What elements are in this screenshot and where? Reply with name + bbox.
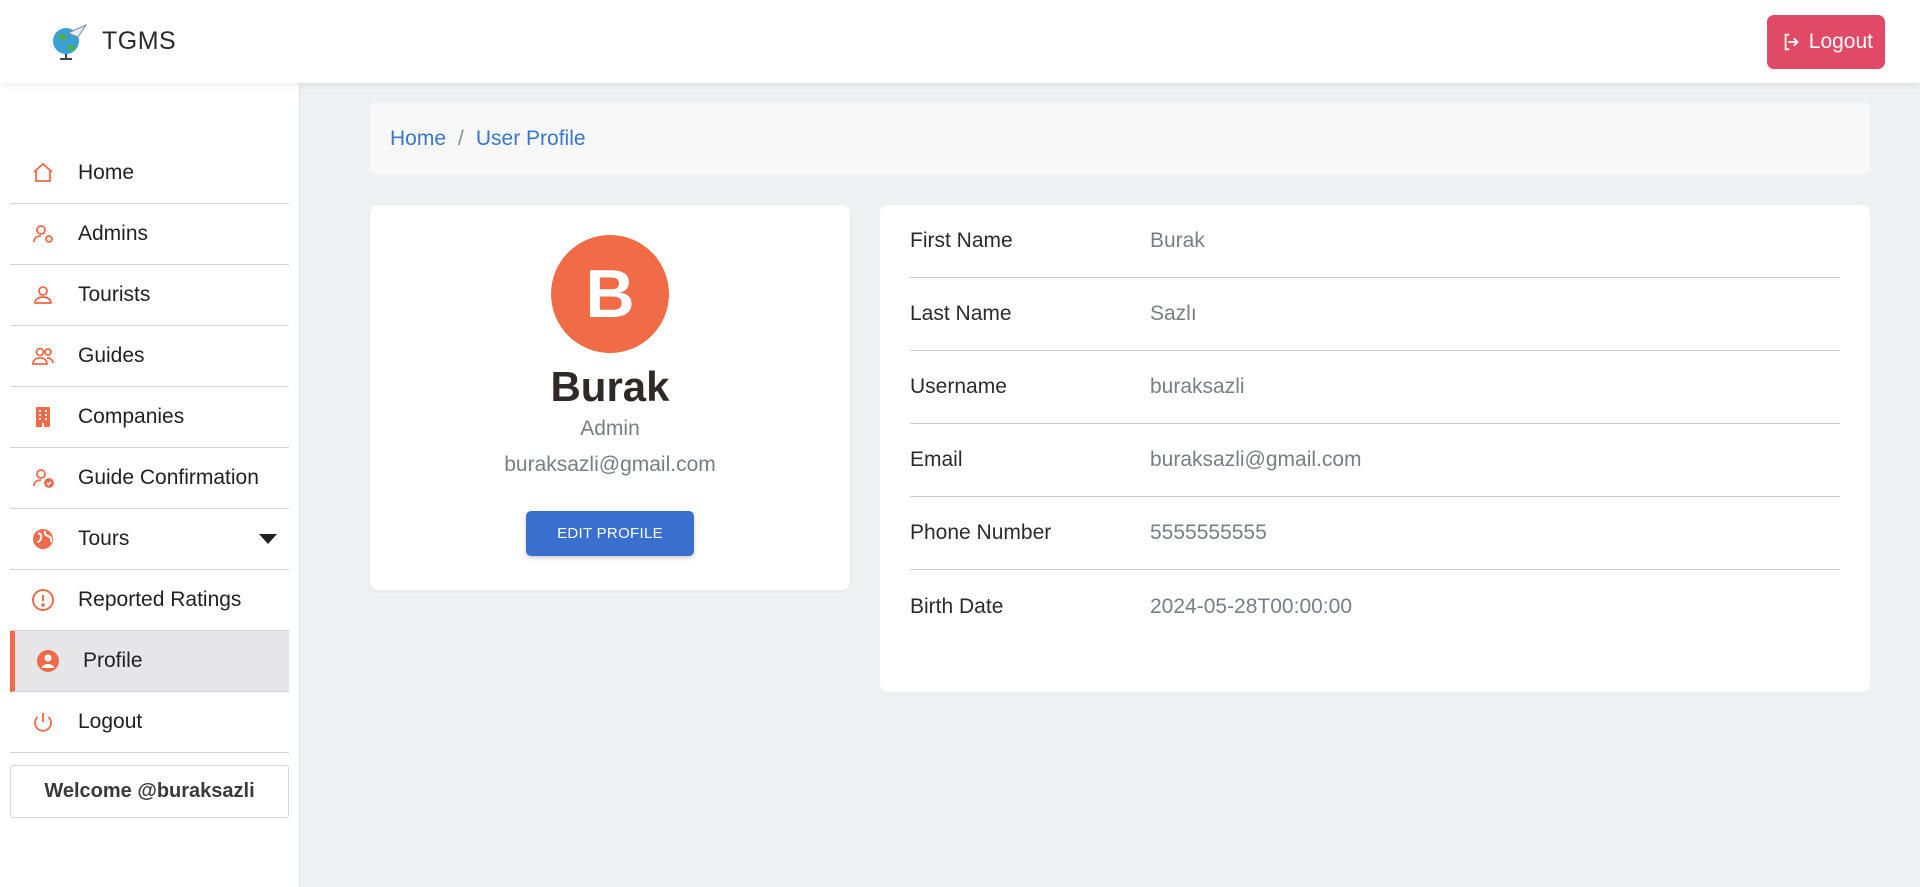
detail-row-last-name: Last Name Sazlı — [910, 278, 1840, 351]
detail-label: Email — [910, 448, 963, 471]
sidebar-item-home[interactable]: Home — [10, 143, 289, 204]
detail-value: Sazlı — [1150, 302, 1197, 325]
sidebar-item-companies[interactable]: Companies — [10, 387, 289, 448]
globe-plane-logo-icon — [53, 23, 88, 60]
user-icon — [30, 282, 56, 308]
top-navbar: TGMS Logout — [0, 0, 1920, 83]
detail-label: Phone Number — [910, 521, 1052, 544]
detail-row-phone-number: Phone Number 5555555555 — [910, 497, 1840, 570]
sidebar-item-label: Admins — [78, 222, 149, 245]
sidebar-item-label: Reported Ratings — [78, 588, 242, 611]
sidebar-item-tourists[interactable]: Tourists — [10, 265, 289, 326]
sidebar-item-label: Companies — [78, 405, 185, 428]
breadcrumb: Home / User Profile — [370, 103, 1870, 175]
sidebar-item-admins[interactable]: Admins — [10, 204, 289, 265]
user-check-icon — [30, 465, 56, 491]
sidebar-item-label: Home — [78, 161, 135, 184]
users-icon — [30, 343, 56, 369]
profile-details-card: First Name Burak Last Name Sazlı Usernam… — [880, 205, 1870, 692]
globe-icon — [30, 526, 56, 552]
sidebar-item-label: Tours — [78, 527, 130, 550]
sidebar-item-tours[interactable]: Tours — [10, 509, 289, 570]
detail-value: buraksazli — [1150, 375, 1245, 398]
detail-row-username: Username buraksazli — [910, 351, 1840, 424]
detail-value: 5555555555 — [1150, 521, 1267, 544]
sidebar-item-profile[interactable]: Profile — [10, 631, 289, 692]
breadcrumb-home-link[interactable]: Home — [390, 127, 446, 151]
sidebar-item-label: Guide Confirmation — [78, 466, 259, 489]
breadcrumb-current-link[interactable]: User Profile — [476, 127, 586, 151]
sidebar: Home Admins Tourists Guides Companies Gu… — [0, 83, 300, 887]
profile-email: buraksazli@gmail.com — [504, 453, 716, 476]
brand-name: TGMS — [102, 27, 177, 55]
sidebar-item-label: Guides — [78, 344, 145, 367]
detail-row-email: Email buraksazli@gmail.com — [910, 424, 1840, 497]
detail-value: buraksazli@gmail.com — [1150, 448, 1362, 471]
logout-icon — [1784, 33, 1799, 50]
sidebar-item-label: Logout — [78, 710, 143, 733]
edit-profile-button[interactable]: EDIT PROFILE — [526, 511, 694, 556]
avatar: B — [551, 235, 669, 353]
chevron-down-icon[interactable] — [259, 534, 277, 544]
profile-card: B Burak Admin buraksazli@gmail.com EDIT … — [370, 205, 850, 590]
sidebar-item-label: Tourists — [78, 283, 151, 306]
sidebar-item-label: Profile — [83, 649, 143, 672]
breadcrumb-separator: / — [458, 127, 464, 150]
logout-button[interactable]: Logout — [1766, 14, 1885, 69]
sidebar-item-logout[interactable]: Logout — [10, 692, 289, 753]
detail-label: Username — [910, 375, 1007, 398]
welcome-message: Welcome @buraksazli — [10, 765, 289, 818]
detail-row-birth-date: Birth Date 2024-05-28T00:00:00 — [910, 570, 1840, 643]
sidebar-item-guides[interactable]: Guides — [10, 326, 289, 387]
profile-name: Burak — [550, 363, 670, 410]
brand[interactable]: TGMS — [48, 21, 176, 63]
logout-button-label: Logout — [1808, 29, 1873, 53]
detail-value: 2024-05-28T00:00:00 — [1150, 594, 1352, 618]
power-icon — [30, 709, 56, 735]
detail-label: Last Name — [910, 302, 1012, 325]
profile-role: Admin — [580, 417, 640, 440]
sidebar-item-reported-ratings[interactable]: Reported Ratings — [10, 570, 289, 631]
user-gear-icon — [30, 221, 56, 247]
detail-label: Birth Date — [910, 594, 1004, 618]
building-icon — [30, 404, 56, 430]
detail-label: First Name — [910, 229, 1013, 252]
detail-value: Burak — [1150, 229, 1205, 252]
detail-row-first-name: First Name Burak — [910, 205, 1840, 278]
user-circle-icon — [35, 648, 61, 674]
home-icon — [30, 160, 56, 186]
alert-icon — [30, 587, 56, 613]
sidebar-item-guide-confirmation[interactable]: Guide Confirmation — [10, 448, 289, 509]
